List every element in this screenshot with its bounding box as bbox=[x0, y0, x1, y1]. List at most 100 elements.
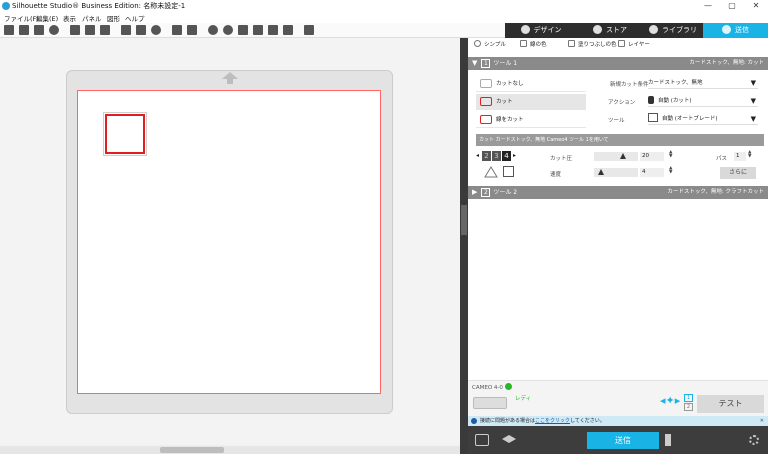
menu-edit[interactable]: 編集(E) bbox=[36, 13, 58, 23]
tab-send[interactable]: 送信 bbox=[703, 23, 768, 38]
tool-label: ツール bbox=[608, 118, 625, 124]
device-status: レディ bbox=[515, 396, 532, 402]
blade-depth-increase[interactable]: ▸ bbox=[513, 152, 516, 159]
cut-option-cut[interactable]: カット bbox=[476, 94, 586, 110]
dismiss-warning-icon[interactable]: ✕ bbox=[760, 416, 764, 426]
zoom-select-icon[interactable] bbox=[238, 25, 248, 35]
slider-knob[interactable] bbox=[620, 153, 626, 159]
window-title: Silhouette Studio® Business Edition: 名称未… bbox=[12, 2, 186, 10]
ready-check-icon bbox=[504, 383, 512, 390]
tool-2-header[interactable]: ▶ 2 ツール 2 カードストック、無地: クラフトカット bbox=[468, 186, 768, 199]
click-here-link[interactable]: ここをクリック bbox=[535, 418, 570, 424]
minimize-button[interactable]: — bbox=[696, 0, 720, 12]
maximize-button[interactable]: ▢ bbox=[720, 0, 744, 12]
silhouette-app-icon bbox=[2, 2, 10, 10]
redraw-icon[interactable] bbox=[151, 25, 161, 35]
blade-digit-4: 4 bbox=[502, 151, 511, 161]
pass-label: パス bbox=[716, 156, 728, 162]
menu-shape[interactable]: 図形 bbox=[107, 13, 120, 23]
menu-help[interactable]: ヘルプ bbox=[125, 13, 145, 23]
subtab-simple[interactable]: シンプル bbox=[474, 40, 506, 48]
zoom-out-icon[interactable] bbox=[223, 25, 233, 35]
tab-store[interactable]: ストア bbox=[584, 24, 636, 36]
tool-select[interactable]: 自動 (オートブレード) ▼ bbox=[648, 113, 758, 125]
more-settings-button[interactable]: さらに bbox=[720, 167, 756, 179]
dropdown-arrow-icon: ▼ bbox=[750, 115, 756, 123]
copy-icon[interactable] bbox=[85, 25, 95, 35]
cut-pressure-stepper[interactable]: ▲ ▼ bbox=[669, 150, 672, 159]
vertical-scroll-thumb[interactable] bbox=[461, 205, 467, 235]
design-icon bbox=[520, 25, 530, 34]
subtab-fill-color[interactable]: 塗りつぶしの色 bbox=[568, 40, 617, 48]
zoom-in-icon[interactable] bbox=[208, 25, 218, 35]
pass-stepper[interactable]: ▲ ▼ bbox=[748, 150, 751, 159]
info-icon bbox=[471, 418, 477, 424]
blade-digit-2: 2 bbox=[482, 151, 491, 161]
subtab-layer[interactable]: レイヤー bbox=[618, 40, 650, 48]
test-button[interactable]: テスト bbox=[697, 395, 764, 413]
paste-icon[interactable] bbox=[100, 25, 110, 35]
tab-library[interactable]: ライブラリ bbox=[645, 24, 701, 36]
pass-input[interactable]: 1 bbox=[734, 152, 746, 161]
action-select[interactable]: 自動 (カット) ▼ bbox=[648, 95, 758, 107]
fill-color-icon bbox=[568, 40, 575, 47]
move-blade-arrows-icon[interactable]: ◂✦▸ bbox=[660, 395, 680, 407]
autoblade-icon bbox=[648, 113, 658, 122]
zoom-page-icon[interactable] bbox=[283, 25, 293, 35]
connection-warning-bar: 接続に問題がある場合はここをクリックしてください。 ✕ bbox=[468, 416, 768, 426]
new-file-icon[interactable] bbox=[4, 25, 14, 35]
action-label: アクション bbox=[608, 100, 636, 106]
cameo-device-icon bbox=[473, 397, 507, 409]
queue-list-icon[interactable] bbox=[665, 434, 671, 446]
cut-edge-icon bbox=[480, 115, 492, 124]
gear-icon[interactable] bbox=[749, 435, 759, 445]
slider-knob[interactable] bbox=[598, 169, 604, 175]
cut-pressure-slider[interactable] bbox=[594, 152, 638, 161]
square-test-icon[interactable] bbox=[503, 166, 514, 177]
new-cut-condition-label: 新規カット条件 bbox=[610, 82, 649, 88]
triangle-test-icon[interactable] bbox=[484, 166, 498, 178]
open-folder-icon[interactable] bbox=[19, 25, 29, 35]
horizontal-scroll-thumb[interactable] bbox=[160, 447, 224, 453]
grid-icon[interactable] bbox=[304, 25, 314, 35]
send-settings-icon[interactable] bbox=[475, 434, 489, 446]
horizontal-scrollbar[interactable] bbox=[0, 446, 460, 454]
tool-slot-2[interactable]: 2 bbox=[684, 403, 693, 411]
cut-option-cut-edge[interactable]: 線をカット bbox=[476, 112, 586, 128]
cut-icon[interactable] bbox=[70, 25, 80, 35]
close-button[interactable]: ✕ bbox=[744, 0, 768, 12]
speed-input[interactable]: 4 bbox=[640, 168, 664, 177]
redo-icon[interactable] bbox=[136, 25, 146, 35]
cut-pressure-input[interactable]: 20 bbox=[640, 152, 664, 161]
pan-hand-icon[interactable] bbox=[268, 25, 278, 35]
zoom-fit-icon[interactable] bbox=[253, 25, 263, 35]
menu-view[interactable]: 表示 bbox=[63, 13, 76, 23]
speed-stepper[interactable]: ▲ ▼ bbox=[669, 166, 672, 175]
blade-icon bbox=[648, 96, 654, 104]
tool-1-header[interactable]: ▼ 1 ツール 1 カードストック、無地: カット bbox=[468, 57, 768, 70]
no-cut-icon bbox=[480, 79, 492, 88]
tool-slot-1[interactable]: 1 bbox=[684, 394, 693, 402]
feed-direction-arrow-icon bbox=[222, 72, 238, 84]
select-all-icon[interactable] bbox=[172, 25, 182, 35]
line-color-icon bbox=[520, 40, 527, 47]
toolbar bbox=[0, 23, 505, 38]
layer-icon bbox=[618, 40, 625, 47]
speed-slider[interactable] bbox=[594, 168, 638, 177]
menu-file[interactable]: ファイル(F) bbox=[4, 13, 39, 23]
send-button[interactable]: 送信 bbox=[587, 432, 659, 449]
blade-depth-decrease[interactable]: ◂ bbox=[476, 152, 479, 159]
print-icon[interactable] bbox=[49, 25, 59, 35]
cut-condition-select[interactable]: カードストック、無地 ▼ bbox=[648, 77, 758, 89]
dropdown-arrow-icon: ▼ bbox=[750, 79, 756, 87]
undo-icon[interactable] bbox=[121, 25, 131, 35]
cut-option-no-cut[interactable]: カットなし bbox=[476, 76, 586, 92]
tab-design[interactable]: デザイン bbox=[515, 24, 567, 36]
vertical-scrollbar[interactable] bbox=[460, 38, 468, 454]
red-square-shape[interactable] bbox=[105, 114, 145, 154]
save-icon[interactable] bbox=[34, 25, 44, 35]
subtab-line-color[interactable]: 線の色 bbox=[520, 40, 547, 48]
menu-panel[interactable]: パネル bbox=[82, 13, 102, 23]
blade-digit-3: 3 bbox=[492, 151, 501, 161]
deselect-icon[interactable] bbox=[187, 25, 197, 35]
